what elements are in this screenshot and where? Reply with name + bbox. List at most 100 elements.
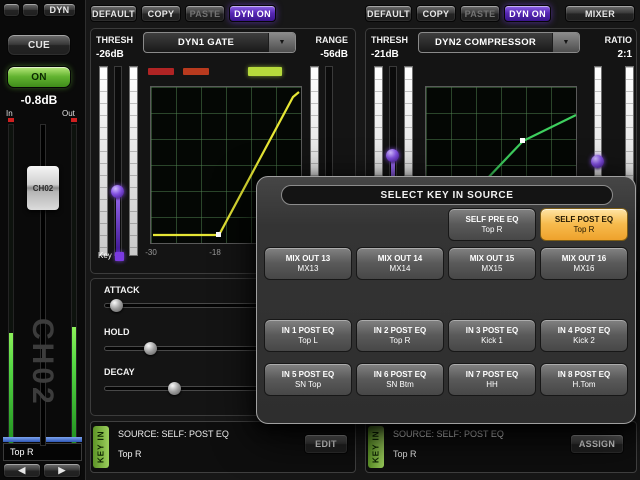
source-button-sublabel: Top L [298,336,318,345]
keyin-source-in-2[interactable]: IN 2 POST EQ Top R [356,319,444,352]
dyn2-ratio-knob[interactable] [591,155,604,168]
keyin-source-in-6[interactable]: IN 6 POST EQ SN Btm [356,363,444,396]
keyin-source-mix-out-16[interactable]: MIX OUT 16 MX16 [540,247,628,280]
dyn1-paste-button[interactable]: PASTE [185,5,225,22]
source-button-label: IN 3 POST EQ [465,326,519,335]
cue-button[interactable]: CUE [7,34,71,56]
source-button-label: IN 6 POST EQ [373,370,427,379]
dyn1-keyin-meter [99,66,108,256]
dyn1-type-selector[interactable]: DYN1 GATE ▼ [143,32,296,53]
out-meter [71,124,77,446]
dyn2-keyin-assign-button[interactable]: ASSIGN [570,434,624,454]
right-arrow-icon: ▶ [58,465,66,475]
source-button-label: MIX OUT 15 [469,254,515,263]
keyin-source-self-post-eq[interactable]: SELF POST EQ Top R [540,208,628,241]
keyin-source-popup: SELECT KEY IN SOURCE SELF PRE EQ Top R S… [256,176,636,424]
in-meter [8,124,14,446]
dyn1-gr-meter [129,66,138,256]
dynamics-screen: DYN CUE ON -0.8dB In Out CH02 CH02 Top R… [0,0,640,480]
dyn2-keyin-name: Top R [393,449,417,459]
source-button-sublabel: MX13 [297,264,319,273]
fader-cap-label: CH02 [32,183,54,193]
dyn1-thresh-label: THRESH [96,35,134,45]
dyn2-paste-button[interactable]: PASTE [460,5,500,22]
keyin-source-mix-out-14[interactable]: MIX OUT 14 MX14 [356,247,444,280]
in-meter-fill [9,333,13,445]
gate-led-red [148,68,174,75]
on-button[interactable]: ON [7,66,71,88]
source-button-sublabel: MX15 [481,264,503,273]
source-button-label: MIX OUT 16 [561,254,607,263]
hold-label: HOLD [104,327,130,337]
key-meter-label: Key [98,251,112,260]
dyn2-ratio-label: RATIO [604,35,632,45]
dyn2-thresh-value: -21dB [371,49,399,60]
dyn2-thresh-label: THRESH [371,35,409,45]
source-button-sublabel: MX14 [389,264,411,273]
mixer-button[interactable]: MIXER [565,5,635,22]
decay-label: DECAY [104,367,135,377]
attack-knob[interactable] [110,299,123,312]
dyn2-type-label: DYN2 COMPRESSOR [434,37,537,48]
out-label: Out [62,109,75,118]
dyn2-keyin-tab: KEY IN [368,426,384,468]
keyin-source-mix-out-15[interactable]: MIX OUT 15 MX15 [448,247,536,280]
source-button-label: IN 8 POST EQ [557,370,611,379]
dyn2-copy-button[interactable]: COPY [416,5,456,22]
dyn2-thresh-knob[interactable] [386,149,399,162]
source-button-sublabel: Kick 1 [481,336,503,345]
dyn2-ratio-value: 2:1 [617,49,632,60]
left-arrow-icon: ◀ [18,465,26,475]
dyn1-on-button[interactable]: DYN ON [229,5,276,22]
keyin-source-in-1[interactable]: IN 1 POST EQ Top L [264,319,352,352]
source-button-label: IN 2 POST EQ [373,326,427,335]
dyn2-keyin-source: SOURCE: SELF: POST EQ [393,429,504,439]
fader-level-readout: -0.8dB [20,93,58,107]
dyn-tab[interactable]: DYN [43,3,76,17]
source-button-sublabel: Kick 2 [573,336,595,345]
dyn2-default-button[interactable]: DEFAULT [365,5,412,22]
channel-name-vertical: CH02 [26,318,59,407]
dyn1-keyin-source: SOURCE: SELF: POST EQ [118,429,229,439]
dyn1-keyin-name: Top R [118,449,142,459]
channel-strip: DYN CUE ON -0.8dB In Out CH02 CH02 Top R… [0,0,86,480]
source-button-sublabel: HH [486,380,498,389]
source-button-sublabel: Top R [389,336,411,345]
keyin-source-self-pre-eq[interactable]: SELF PRE EQ Top R [448,208,536,241]
source-button-sublabel: SN Btm [386,380,414,389]
prev-channel-button[interactable]: ◀ [3,463,41,478]
dyn1-thresh-slider[interactable] [114,66,122,256]
keyin-source-in-7[interactable]: IN 7 POST EQ HH [448,363,536,396]
gate-threshold-marker [216,232,221,237]
keyin-source-in-8[interactable]: IN 8 POST EQ H.Tom [540,363,628,396]
dyn1-copy-button[interactable]: COPY [141,5,181,22]
dyn2-type-selector[interactable]: DYN2 COMPRESSOR ▼ [418,32,580,53]
compressor-threshold-marker [520,138,525,143]
in-label: In [6,109,13,118]
fader-handle[interactable]: CH02 [27,166,59,210]
strip-button-a[interactable] [3,3,20,17]
source-button-sublabel: SN Top [294,380,322,389]
next-channel-button[interactable]: ▶ [43,463,81,478]
source-button-label: MIX OUT 14 [377,254,423,263]
source-button-label: IN 5 POST EQ [281,370,335,379]
decay-knob[interactable] [168,382,181,395]
dyn1-default-button[interactable]: DEFAULT [90,5,137,22]
dyn1-keyin-edit-button[interactable]: EDIT [304,434,348,454]
keyin-source-mix-out-13[interactable]: MIX OUT 13 MX13 [264,247,352,280]
strip-button-b[interactable] [22,3,39,17]
dyn1-thresh-knob[interactable] [111,185,124,198]
dyn2-on-button[interactable]: DYN ON [504,5,551,22]
in-clip-led [8,118,14,122]
keyin-source-in-5[interactable]: IN 5 POST EQ SN Top [264,363,352,396]
source-button-label: SELF POST EQ [554,215,614,224]
hold-knob[interactable] [144,342,157,355]
source-button-sublabel: Top R [481,225,503,234]
keyin-source-in-3[interactable]: IN 3 POST EQ Kick 1 [448,319,536,352]
dyn1-range-value: -56dB [320,49,348,60]
out-meter-fill [72,327,76,445]
dyn1-keyin-tab: KEY IN [93,426,109,468]
source-button-label: IN 1 POST EQ [281,326,335,335]
source-button-label: IN 7 POST EQ [465,370,519,379]
keyin-source-in-4[interactable]: IN 4 POST EQ Kick 2 [540,319,628,352]
